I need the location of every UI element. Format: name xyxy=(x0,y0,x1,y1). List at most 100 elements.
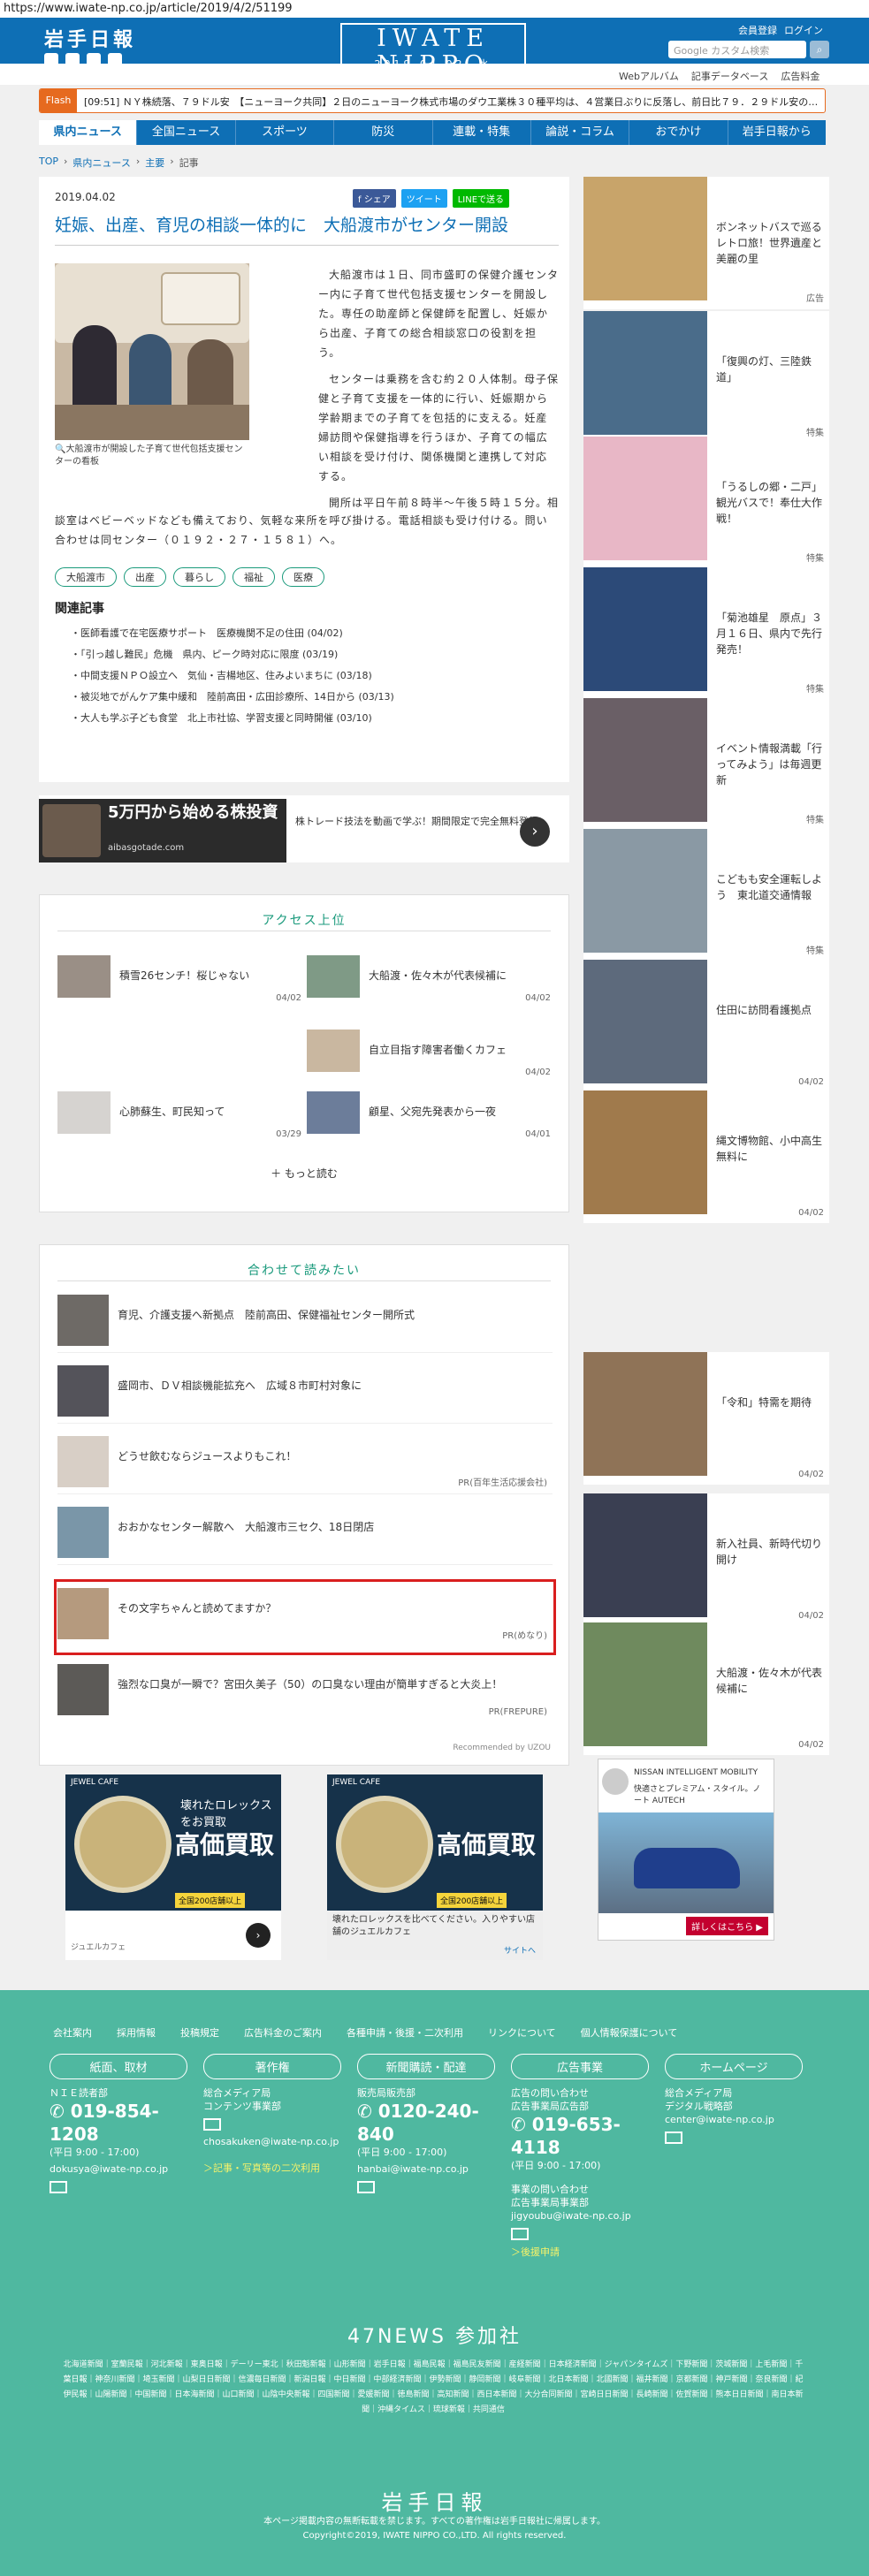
ranking-item[interactable]: 大船渡・佐々木が代表候補に 04/02 xyxy=(307,955,553,1005)
list-item-pr[interactable]: 強烈な口臭が一瞬で？宮田久美子（50）の口臭ない理由が簡単すぎると大炎上！ PR(… xyxy=(57,1660,553,1722)
sidebar-item[interactable]: こどもも安全運転しよう 東北道交通情報 特集 xyxy=(583,829,829,961)
ranking-item[interactable]: 積雪26センチ！桜じゃない 04/02 xyxy=(57,955,303,1005)
ad-arrow-icon[interactable]: › xyxy=(520,817,550,847)
mail-icon[interactable] xyxy=(203,2118,221,2131)
phone-number[interactable]: ✆ 019-854-1208 xyxy=(50,2100,187,2146)
col-link[interactable]: ＞後援申請 xyxy=(511,2245,649,2259)
site-logo[interactable]: 岩手日報 xyxy=(44,24,136,52)
crumb-local[interactable]: 県内ニュース xyxy=(72,156,130,170)
tweet-button[interactable]: ツイート xyxy=(400,189,447,208)
sidebar-item[interactable]: 「復興の灯、三陸鉄道」 特集 xyxy=(583,311,829,444)
facebook-share-button[interactable]: f シェア xyxy=(353,189,396,208)
related-item[interactable]: ・中間支援ＮＰＯ設立へ 気仙・吉楊地区、住みよいまちに (03/18) xyxy=(71,665,557,687)
footer-link[interactable]: 広告料金のご案内 xyxy=(244,2025,322,2040)
sidebar-item[interactable]: ボンネットバスで巡るレトロ旅！世界遺産と美麗の里 広告 xyxy=(583,177,829,309)
rolex-ad[interactable]: JEWEL CAFE 壊れたロレックスをお買取 高価買取 全国200店舗以上 ジ… xyxy=(65,1774,281,1960)
related-item[interactable]: ・医師看護で在宅医療サポート 医療機関不足の住田 (04/02) xyxy=(71,623,557,644)
tag-item[interactable]: 出産 xyxy=(124,567,166,587)
login-link[interactable]: ログイン xyxy=(784,23,823,37)
nav-national[interactable]: 全国ニュース xyxy=(137,120,236,145)
footer-link[interactable]: リンクについて xyxy=(488,2025,556,2040)
related-item[interactable]: ・被災地でがんケア集中緩和 陸前高田・広田診療所、14日から (03/13) xyxy=(71,687,557,708)
list-item[interactable]: どうせ飲むならジュースよりもこれ！ PR(百年生活応援会社) xyxy=(57,1432,553,1494)
recommended-by[interactable]: Recommended by UZOU xyxy=(453,1744,551,1752)
nav-column[interactable]: 論説・コラム xyxy=(531,120,630,145)
mail-icon[interactable] xyxy=(665,2131,682,2144)
col-link[interactable]: ＞記事・写真等の二次利用 xyxy=(203,2161,341,2175)
sidebar-item[interactable]: イベント情報満載「行ってみよう」は毎週更新 特集 xyxy=(583,698,829,831)
mail-icon[interactable] xyxy=(50,2181,67,2193)
crumb-top[interactable]: TOP xyxy=(39,156,58,170)
column-head[interactable]: ホームページ xyxy=(665,2054,803,2079)
nav-sports[interactable]: スポーツ xyxy=(236,120,335,145)
column-head[interactable]: 新聞購読・配達 xyxy=(357,2054,495,2079)
zoom-icon[interactable]: 🔍 xyxy=(55,445,65,454)
car-shape xyxy=(634,1848,740,1888)
flash-text[interactable]: [09:51] ＮＹ株続落、７９ドル安 【ニューヨーク共同】２日のニューヨーク株… xyxy=(84,95,818,109)
footer-link[interactable]: 採用情報 xyxy=(117,2025,156,2040)
nissan-ad[interactable]: NISSAN INTELLIGENT MOBILITY 快適さとプレミアム・スタ… xyxy=(598,1759,774,1941)
col-mail[interactable]: chosakuken@iwate-np.co.jp xyxy=(203,2135,341,2148)
col-mail[interactable]: center@iwate-np.co.jp xyxy=(665,2113,803,2126)
sidebar-item[interactable]: 縄文博物館、小中高生無料に 04/02 xyxy=(583,1090,829,1223)
tag-item[interactable]: 大船渡市 xyxy=(55,567,117,587)
related-item[interactable]: ・大人も学ぶ子ども食堂 北上市社協、学習支援と同時開催 (03/10) xyxy=(71,708,557,729)
phone-icon: ✆ xyxy=(50,2101,71,2122)
ranking-item[interactable]: 自立目指す障害者働くカフェ 04/02 xyxy=(307,1030,553,1079)
col-mail[interactable]: dokusya@iwate-np.co.jp xyxy=(50,2162,187,2176)
sidebar-item[interactable]: 住田に訪問看護拠点 04/02 xyxy=(583,960,829,1092)
arrow-icon[interactable]: › xyxy=(246,1923,271,1948)
list-item[interactable]: おおかなセンター解散へ 大船渡市三セク、18日閉店 xyxy=(57,1503,553,1565)
ad-foot[interactable]: サイトへ xyxy=(504,1944,536,1956)
footer-link[interactable]: 各種申請・後援・二次利用 xyxy=(347,2025,463,2040)
sidebar-item[interactable]: 新入社員、新時代切り開け 04/02 xyxy=(583,1493,829,1626)
article-photo[interactable] xyxy=(55,263,249,440)
rolex-ad[interactable]: JEWEL CAFE 高価買取 全国200店舗以上 壊れたロレックスを比べてくだ… xyxy=(327,1774,543,1960)
footer-link[interactable]: 個人情報保護について xyxy=(581,2025,678,2040)
ranking-item[interactable]: 心肺蘇生、町民知って 03/29 xyxy=(57,1091,303,1141)
mail-icon[interactable] xyxy=(357,2181,375,2193)
search-button[interactable]: ⌕ xyxy=(810,41,829,58)
phone-number[interactable]: ✆ 019-653-4118 xyxy=(511,2113,649,2159)
sidebar-item[interactable]: 「うるしの郷・二戸」観光バスで！奉仕大作戦！ 特集 xyxy=(583,437,829,569)
subnav-database[interactable]: 記事データベース xyxy=(691,69,768,83)
crumb-main[interactable]: 主要 xyxy=(145,156,164,170)
line-share-button[interactable]: LINEで送る xyxy=(452,189,510,208)
register-link[interactable]: 会員登録 xyxy=(738,23,777,37)
nav-outing[interactable]: おでかけ xyxy=(629,120,728,145)
col-mail[interactable]: hanbai@iwate-np.co.jp xyxy=(357,2162,495,2176)
footer-link[interactable]: 会社案内 xyxy=(53,2025,92,2040)
column-head[interactable]: 紙面、取材 xyxy=(50,2054,187,2079)
47news-title: 47NEWS 参加社 xyxy=(347,2326,522,2348)
stock-ad-banner[interactable]: 5万円から始める株投資 aibasgotade.com 株トレード技法を動画で学… xyxy=(39,795,569,862)
nav-disaster[interactable]: 防災 xyxy=(334,120,433,145)
footer-link[interactable]: 投稿規定 xyxy=(180,2025,219,2040)
mail-icon[interactable] xyxy=(511,2228,529,2240)
47news-papers[interactable]: 北海道新聞｜室蘭民報｜河北新報｜東奥日報｜デーリー東北｜秋田魁新報｜山形新聞｜岩… xyxy=(62,2358,804,2418)
nav-from-nippo[interactable]: 岩手日報から xyxy=(728,120,826,145)
phone-number[interactable]: ✆ 0120-240-840 xyxy=(357,2100,495,2146)
sidebar-item[interactable]: 「菊池雄星 原点」３月１６日、県内で先行発売！ 特集 xyxy=(583,567,829,700)
more-button[interactable]: ＋ もっと読む xyxy=(40,1166,568,1181)
footer-logo[interactable]: 岩手日報 xyxy=(0,2485,869,2516)
sidebar-item[interactable]: 大船渡・佐々木が代表候補に 04/02 xyxy=(583,1622,829,1755)
subnav-adrates[interactable]: 広告料金 xyxy=(781,69,819,83)
url-bar[interactable]: https://www.iwate-np.co.jp/article/2019/… xyxy=(0,0,869,18)
col-mail[interactable]: jigyoubu@iwate-np.co.jp xyxy=(511,2209,649,2223)
tag-item[interactable]: 医療 xyxy=(282,567,324,587)
ad-button[interactable]: 詳しくはこちら ▶ xyxy=(686,1917,768,1935)
related-item[interactable]: ・「引っ越し難民」危機 県内、ピーク時対応に限度 (03/19) xyxy=(71,644,557,665)
search-input[interactable]: Google カスタム検索 xyxy=(668,41,806,58)
column-head[interactable]: 著作権 xyxy=(203,2054,341,2079)
nav-series[interactable]: 連載・特集 xyxy=(433,120,531,145)
list-item[interactable]: 盛岡市、ＤＶ相談機能拡充へ 広域８市町村対象に xyxy=(57,1362,553,1424)
sidebar-item[interactable]: 「令和」特需を期待 04/02 xyxy=(583,1352,829,1485)
ranking-item[interactable]: 顧星、父宛先発表から一夜 04/01 xyxy=(307,1091,553,1141)
flash-ticker[interactable]: Flash [09:51] ＮＹ株続落、７９ドル安 【ニューヨーク共同】２日のニ… xyxy=(39,88,826,113)
list-item[interactable]: 育児、介護支援へ新拠点 陸前高田、保健福祉センター開所式 xyxy=(57,1291,553,1353)
tag-item[interactable]: 福祉 xyxy=(232,567,275,587)
tag-item[interactable]: 暮らし xyxy=(173,567,225,587)
subnav-webalbum[interactable]: Webアルバム xyxy=(619,69,679,83)
column-head[interactable]: 広告事業 xyxy=(511,2054,649,2079)
nav-local[interactable]: 県内ニュース xyxy=(39,120,138,145)
